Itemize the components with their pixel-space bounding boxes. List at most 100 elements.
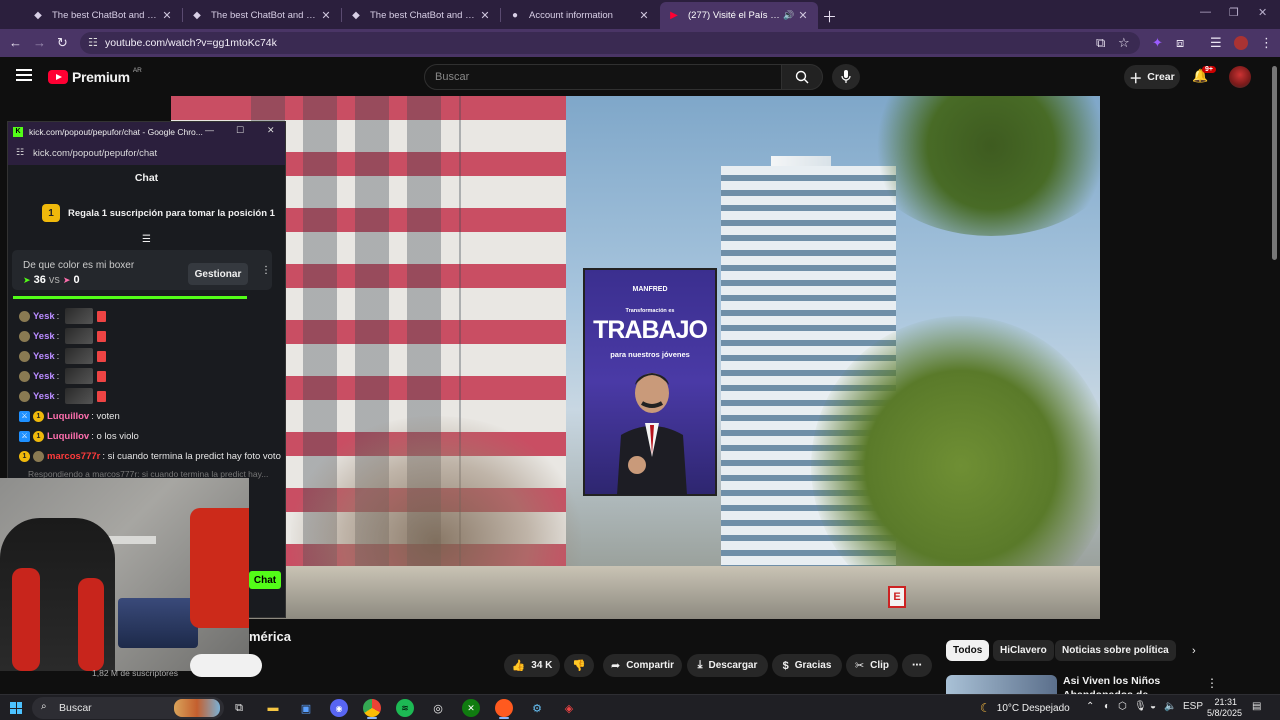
minimize-icon[interactable]: — — [1200, 6, 1211, 18]
chip-hiclavero[interactable]: HiClavero — [993, 640, 1054, 661]
create-button[interactable]: ＋ Crear — [1124, 65, 1180, 89]
address-bar[interactable]: ☷ youtube.com/watch?v=gg1mtoKc74k — [80, 32, 1140, 54]
taskbar-search[interactable]: ⌕ Buscar — [32, 697, 224, 719]
chat-username[interactable]: Yesk — [33, 311, 55, 322]
chat-username[interactable]: Yesk — [33, 331, 55, 342]
bookmark-star-icon[interactable]: ☆ — [1118, 35, 1130, 51]
obs-icon[interactable]: ◎ — [429, 699, 447, 717]
language-indicator[interactable]: ESP — [1183, 701, 1203, 712]
popout-address-bar[interactable]: ☷ kick.com/popout/pepufor/chat — [8, 141, 285, 165]
browser-tab-active[interactable]: ▶ (277) Visité el País más Con 🔊 ✕ — [660, 2, 818, 29]
search-input[interactable]: Buscar — [424, 64, 782, 90]
more-options-icon[interactable]: ⋮ — [1206, 676, 1218, 690]
file-explorer-icon[interactable]: ▬ — [264, 699, 282, 717]
close-window-icon[interactable]: ✕ — [1258, 6, 1267, 19]
like-button[interactable]: 👍 34 K — [504, 654, 560, 677]
extensions-puzzle-icon[interactable]: ⧈ — [1176, 35, 1184, 51]
search-button[interactable] — [781, 64, 823, 90]
chevron-right-icon[interactable]: › — [1192, 645, 1196, 657]
browser-tab[interactable]: ◆ The best ChatBot and Widgets ✕ — [342, 2, 500, 29]
hamburger-menu-icon[interactable] — [16, 69, 32, 81]
search-placeholder: Buscar — [435, 71, 470, 83]
thanks-button[interactable]: $ Gracias — [772, 654, 842, 677]
extension-icon[interactable]: ✦ — [1152, 35, 1163, 51]
page-scrollbar[interactable] — [1272, 66, 1277, 260]
maximize-icon[interactable]: ❐ — [1229, 6, 1239, 19]
tray-chevron-icon[interactable]: ⌃ — [1086, 701, 1094, 712]
more-actions-button[interactable]: ⋯ — [902, 654, 932, 677]
chat-send-button[interactable]: Chat — [249, 571, 281, 589]
steam-icon[interactable]: ⚙ — [528, 699, 546, 717]
video-player[interactable]: MANFRED Transformación es TRABAJO para n… — [171, 96, 1100, 619]
volume-icon[interactable]: 🔈 — [1164, 701, 1176, 712]
windows-start-icon[interactable] — [10, 702, 22, 714]
share-button[interactable]: ➦ Compartir — [603, 654, 682, 677]
browser-tab[interactable]: ◆ The best ChatBot and Widgets ✕ — [24, 2, 182, 29]
recommendation-thumbnail[interactable] — [946, 675, 1057, 695]
cast-icon[interactable]: ⧉ — [1096, 35, 1105, 51]
clip-button[interactable]: ✂ Clip — [846, 654, 898, 677]
browser-app-icon[interactable] — [495, 699, 513, 717]
manage-poll-button[interactable]: Gestionar — [188, 263, 248, 285]
microphone-icon[interactable]: 🎙 — [1134, 701, 1147, 712]
site-info-icon[interactable]: ☷ — [16, 147, 24, 158]
chat-username[interactable]: Yesk — [33, 391, 55, 402]
recommendation-title[interactable]: Asi Viven los Niños Abandonados de Bangl… — [1063, 674, 1203, 696]
store-icon[interactable]: ▣ — [297, 699, 315, 717]
reading-list-icon[interactable]: ☰ — [1210, 35, 1222, 51]
tray-app-icon[interactable]: ◐ — [1104, 701, 1110, 712]
close-tab-icon[interactable]: ✕ — [319, 9, 333, 22]
notification-center-icon[interactable]: ▤ — [1252, 701, 1261, 712]
forward-icon[interactable]: → — [33, 35, 46, 50]
chat-message: Yesk: — [19, 367, 287, 385]
speaker-icon[interactable]: 🔊 — [782, 10, 796, 21]
minimize-icon[interactable]: — — [205, 125, 214, 135]
app-shield-icon[interactable]: ◈ — [560, 699, 578, 717]
site-info-icon[interactable]: ☷ — [88, 36, 98, 49]
close-tab-icon[interactable]: ✕ — [637, 9, 651, 22]
chat-username[interactable]: marcos777r — [47, 451, 100, 462]
close-tab-icon[interactable]: ✕ — [796, 9, 810, 22]
subscribe-button[interactable] — [190, 654, 262, 677]
clock-date: 5/8/2025 — [1207, 708, 1243, 718]
prediction-poll-card: De que color es mi boxer ➤ 36 vs ➤ 0 Gesti… — [12, 250, 272, 290]
tray-app-icon[interactable]: ⬡ — [1118, 701, 1127, 712]
close-window-icon[interactable]: ✕ — [267, 125, 275, 136]
close-tab-icon[interactable]: ✕ — [160, 9, 174, 22]
voice-search-button[interactable] — [832, 64, 860, 90]
chat-username[interactable]: Luquillov — [47, 431, 89, 442]
profile-avatar[interactable] — [1234, 36, 1248, 50]
browser-menu-icon[interactable]: ⋮ — [1260, 35, 1273, 51]
address-url[interactable]: youtube.com/watch?v=gg1mtoKc74k — [105, 37, 277, 49]
spotify-icon[interactable]: ≋ — [396, 699, 414, 717]
weather-widget[interactable]: ☾ 10°C Despejado — [980, 701, 1070, 715]
youtube-logo[interactable]: Premium AR — [48, 67, 142, 85]
new-tab-button[interactable]: ＋ — [822, 6, 837, 27]
popout-url: kick.com/popout/pepufor/chat — [33, 148, 158, 159]
close-tab-icon[interactable]: ✕ — [478, 9, 492, 22]
chip-all[interactable]: Todos — [946, 640, 990, 661]
chat-username[interactable]: Luquillov — [47, 411, 89, 422]
gift-sub-leaderboard[interactable]: 1 Regala 1 suscripción para tomar la pos… — [8, 199, 285, 227]
dislike-button[interactable]: 👎 — [564, 654, 594, 677]
chip-politics-news[interactable]: Noticias sobre política — [1055, 640, 1176, 661]
browser-tab[interactable]: ◆ The best ChatBot and Widgets ✕ — [183, 2, 341, 29]
task-view-icon[interactable]: ⧉ — [230, 699, 248, 717]
discord-icon[interactable]: ◉ — [330, 699, 348, 717]
back-icon[interactable]: ← — [9, 35, 22, 50]
network-icon[interactable]: ◒ — [1150, 701, 1156, 712]
pinned-collapse-icon[interactable]: ☰ — [142, 234, 151, 245]
chat-username[interactable]: Yesk — [33, 371, 55, 382]
more-options-icon[interactable]: ⋮ — [261, 265, 271, 276]
chat-username[interactable]: Yesk — [33, 351, 55, 362]
account-avatar[interactable] — [1229, 66, 1251, 88]
reload-icon[interactable]: ↻ — [57, 35, 68, 51]
chrome-icon[interactable] — [363, 699, 381, 717]
system-clock[interactable]: 21:31 5/8/2025 — [1207, 697, 1243, 719]
xbox-icon[interactable]: ✕ — [462, 699, 480, 717]
browser-tab[interactable]: ● Account information ✕ — [501, 2, 659, 29]
download-button[interactable]: ⤓ Descargar — [687, 654, 768, 677]
maximize-icon[interactable]: ☐ — [236, 125, 244, 136]
arrow-icon: ➤ — [62, 275, 71, 285]
download-icon: ⤓ — [697, 659, 703, 671]
